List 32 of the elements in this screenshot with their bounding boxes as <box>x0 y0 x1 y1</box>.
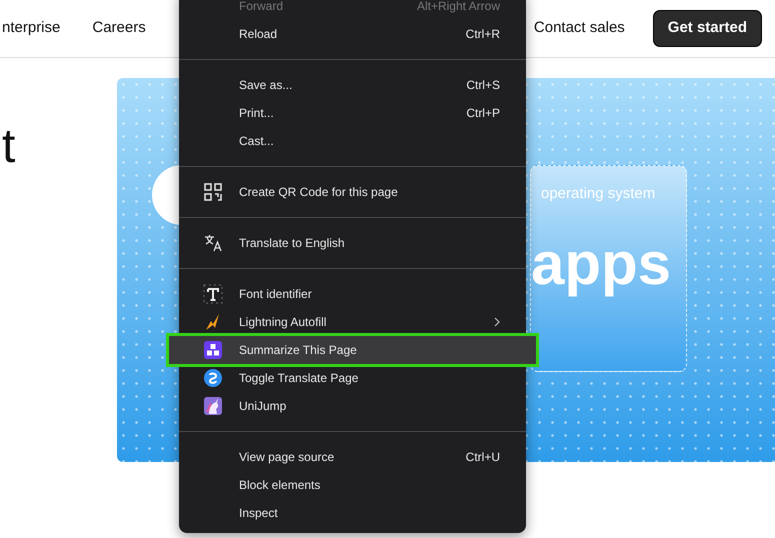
menu-item[interactable]: Font identifier <box>179 280 526 308</box>
menu-item[interactable]: View page source Ctrl+U <box>179 443 526 471</box>
hero-heading: t <box>1 119 16 175</box>
menu-item[interactable]: Create QR Code for this page <box>179 178 526 206</box>
menu-item[interactable]: Print... Ctrl+P <box>179 99 526 127</box>
nav-link[interactable]: Careers <box>92 17 146 40</box>
shortcut-text: Alt+Right Arrow <box>416 0 500 15</box>
menu-item[interactable]: Toggle Translate Page <box>179 364 526 392</box>
menu-item[interactable]: Save as... Ctrl+S <box>179 71 526 99</box>
menu-item[interactable]: Inspect <box>179 499 526 527</box>
menu-item[interactable]: Lightning Autofill <box>179 308 526 336</box>
menu-item[interactable]: Reload Ctrl+R <box>179 20 526 48</box>
shortcut-text: Ctrl+R <box>466 26 500 43</box>
shortcut-text: Ctrl+U <box>466 449 500 466</box>
unicorn-icon <box>203 396 223 416</box>
panel-heading: apps <box>531 234 672 294</box>
nav-link[interactable]: nterprise <box>2 17 60 40</box>
menu-item[interactable]: UniJump <box>179 392 526 420</box>
letter-t-icon <box>203 284 223 304</box>
shortcut-text: Ctrl+P <box>466 105 500 122</box>
panel-caption: operating system <box>541 184 656 204</box>
menu-item[interactable]: Cast... <box>179 127 526 155</box>
contact-sales-link[interactable]: Contact sales <box>534 17 625 40</box>
menu-item[interactable]: Translate to English <box>179 229 526 257</box>
menu-item[interactable]: Block elements <box>179 471 526 499</box>
qr-code-icon <box>203 182 223 202</box>
blocks-icon <box>203 340 223 360</box>
translate-circle-icon <box>203 368 223 388</box>
translate-icon <box>203 233 223 253</box>
menu-item[interactable]: Summarize This Page <box>169 336 536 364</box>
shortcut-text: Ctrl+S <box>466 77 500 94</box>
get-started-button[interactable]: Get started <box>652 10 762 47</box>
